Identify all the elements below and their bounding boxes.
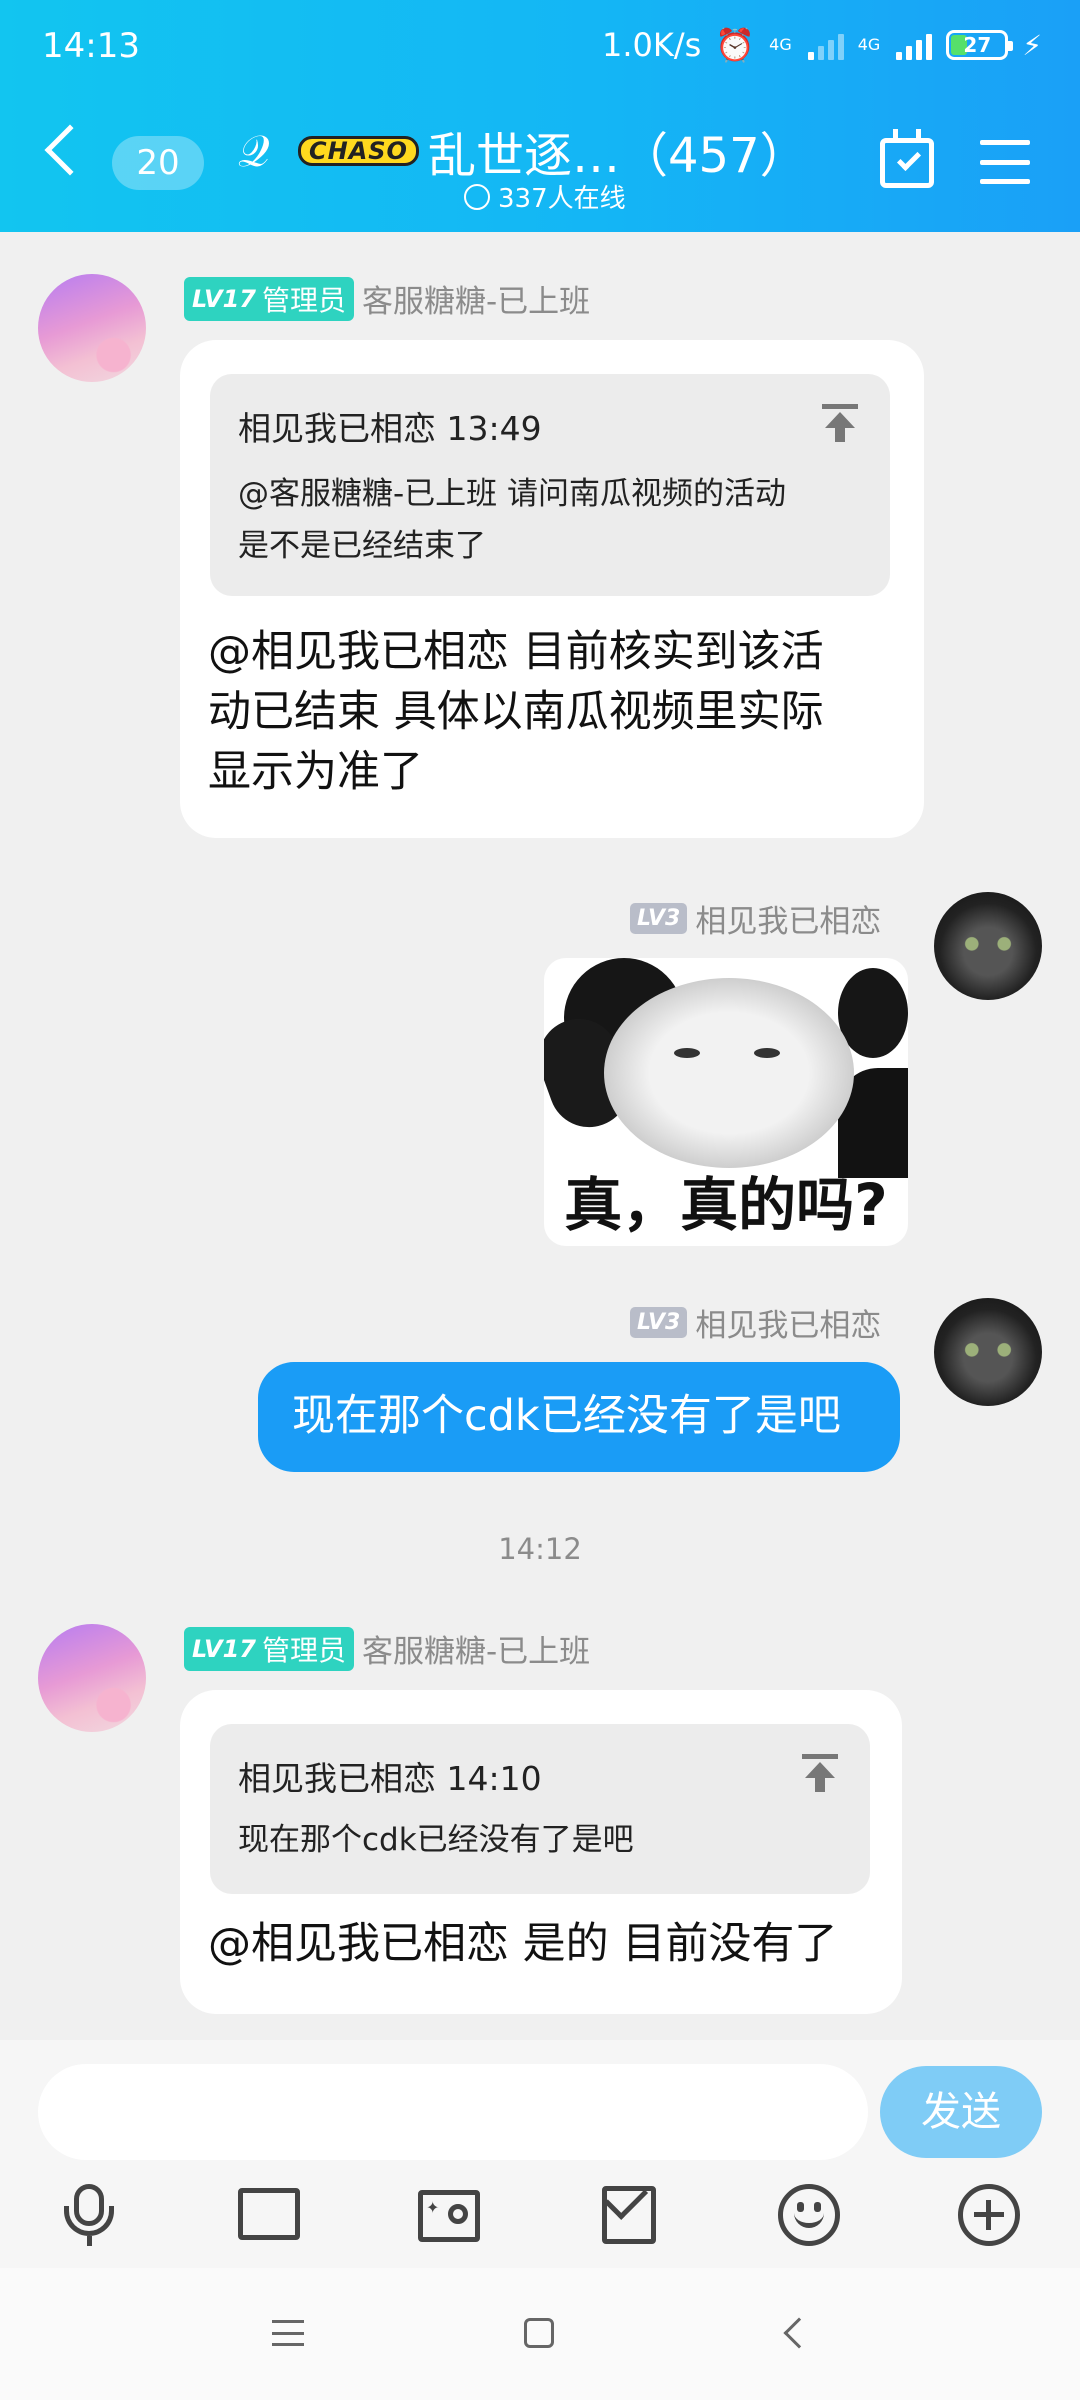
home-icon[interactable]: [524, 2318, 554, 2348]
recent-apps-icon[interactable]: [272, 2320, 304, 2346]
sender-row: LV3 相见我已相恋: [630, 1300, 881, 1345]
avatar-admin[interactable]: [38, 1624, 146, 1732]
sticker-image[interactable]: 真，真的吗?: [544, 958, 908, 1246]
sender-row: LV3 相见我已相恋: [630, 896, 881, 941]
admin-level-tag: LV17 管理员: [184, 1626, 354, 1671]
message-text: @相见我已相恋 是的 目前没有了: [208, 1919, 838, 1969]
microphone-icon[interactable]: [58, 2184, 120, 2246]
status-time: 14:13: [42, 26, 140, 66]
online-label: 337人在线: [498, 184, 626, 214]
quote-line: @客服糖糖-已上班 请问南瓜视频的活动: [238, 476, 787, 512]
camera-icon[interactable]: ✦: [418, 2184, 480, 2246]
jump-to-top-icon[interactable]: [822, 404, 858, 444]
admin-level-tag: LV17 管理员: [184, 276, 354, 321]
net-type-1: 4G: [769, 35, 792, 54]
net-type-2: 4G: [857, 35, 881, 54]
sender-name[interactable]: 相见我已相恋: [695, 1300, 881, 1345]
sender-row: LV17 管理员 客服糖糖-已上班: [184, 1626, 590, 1671]
sticker-caption: 真，真的吗?: [564, 1171, 888, 1239]
message-input[interactable]: [38, 2064, 868, 2160]
message-bubble[interactable]: 相见我已相恋 14:10 现在那个cdk已经没有了是吧 @相见我已相恋 是的 目…: [180, 1690, 902, 2014]
quoted-message[interactable]: 相见我已相恋 14:10 现在那个cdk已经没有了是吧: [210, 1724, 870, 1894]
user-level-tag: LV3: [630, 1307, 688, 1338]
chat-header: 14:13 1.0K/s ⏰ 4G 4G 27 ⚡ 20 𝒬 CHASO 乱世逐…: [0, 0, 1080, 232]
unread-count-badge[interactable]: 20: [112, 136, 204, 190]
my-message-bubble[interactable]: 现在那个cdk已经没有了是吧: [258, 1362, 900, 1472]
calendar-check-icon[interactable]: [880, 129, 934, 188]
message-bubble[interactable]: 相见我已相恋 13:49 @客服糖糖-已上班 请问南瓜视频的活动 是不是已经结束…: [180, 340, 924, 838]
quoted-message[interactable]: 相见我已相恋 13:49 @客服糖糖-已上班 请问南瓜视频的活动 是不是已经结束…: [210, 374, 890, 596]
signal-icon-2: [896, 30, 933, 60]
sender-name[interactable]: 客服糖糖-已上班: [362, 1626, 590, 1671]
ear-icon[interactable]: 𝒬: [238, 126, 270, 177]
message-text: 显示为准了: [208, 747, 423, 797]
avatar-admin[interactable]: [38, 274, 146, 382]
signal-icon-1: [807, 30, 844, 60]
user-level-tag: LV3: [630, 903, 688, 934]
back-icon[interactable]: [44, 124, 96, 176]
sender-name[interactable]: 客服糖糖-已上班: [362, 276, 590, 321]
menu-icon[interactable]: [980, 140, 1030, 184]
avatar-me[interactable]: [934, 1298, 1042, 1406]
sender-row: LV17 管理员 客服糖糖-已上班: [184, 276, 590, 321]
quote-header: 相见我已相恋 14:10: [238, 1759, 542, 1798]
quote-line: 现在那个cdk已经没有了是吧: [238, 1822, 634, 1858]
message-text: 现在那个cdk已经没有了是吧: [292, 1391, 841, 1441]
send-button[interactable]: 发送: [880, 2066, 1042, 2158]
emoji-icon[interactable]: [778, 2184, 840, 2246]
online-icon: [464, 183, 490, 210]
sender-name[interactable]: 相见我已相恋: [695, 896, 881, 941]
group-title[interactable]: 乱世逐…（457）: [428, 116, 808, 186]
net-speed: 1.0K/s: [602, 26, 702, 64]
screen-cast-icon[interactable]: [238, 2184, 300, 2246]
quote-header: 相见我已相恋 13:49: [238, 409, 542, 448]
avatar-me[interactable]: [934, 892, 1042, 1000]
message-text: 动已结束 具体以南瓜视频里实际: [208, 687, 824, 737]
jump-to-top-icon[interactable]: [802, 1754, 838, 1794]
group-logo: CHASO: [298, 136, 419, 166]
red-packet-icon[interactable]: [598, 2176, 660, 2246]
alarm-icon: ⏰: [715, 26, 756, 64]
plus-icon[interactable]: [958, 2184, 1020, 2246]
battery-level: 27: [963, 33, 992, 57]
status-indicators: 1.0K/s ⏰ 4G 4G 27 ⚡: [602, 26, 1042, 64]
battery-icon: 27: [946, 30, 1014, 60]
online-count: 337人在线: [464, 178, 626, 215]
message-text: @相见我已相恋 目前核实到该活: [208, 627, 824, 677]
charging-icon: ⚡: [1022, 28, 1042, 62]
quote-line: 是不是已经结束了: [238, 528, 486, 564]
status-bar: 14:13 1.0K/s ⏰ 4G 4G 27 ⚡: [0, 0, 1080, 96]
time-divider: 14:12: [498, 1532, 582, 1566]
